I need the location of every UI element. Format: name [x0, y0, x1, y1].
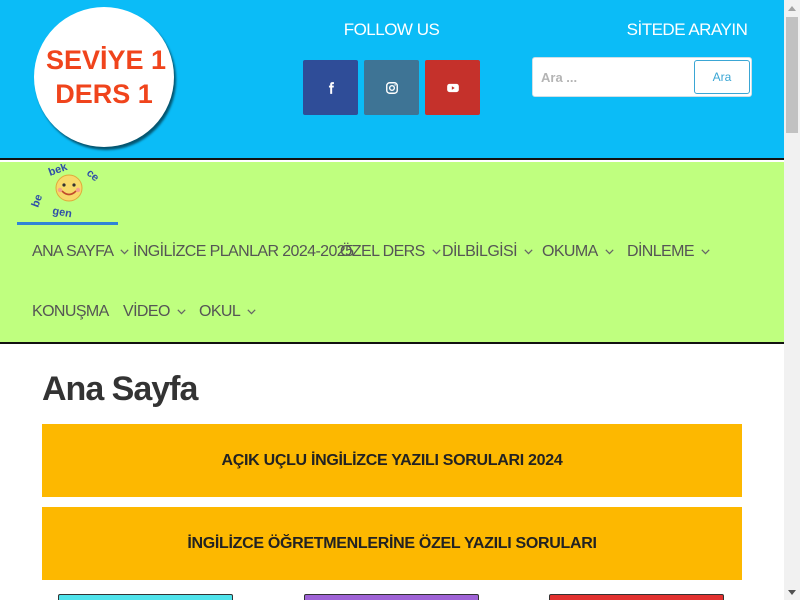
chevron-down-icon — [177, 309, 186, 315]
instagram-button[interactable] — [364, 60, 419, 115]
nav-item-label: OKUMA — [542, 243, 598, 260]
page-title: Ana Sayfa — [42, 370, 198, 408]
chevron-down-icon — [247, 309, 256, 315]
site-header: SEVİYE 1 DERS 1 FOLLOW US SİTEDE ARAYIN … — [0, 0, 784, 160]
nav-item-label: DİNLEME — [627, 243, 695, 260]
nav-item-label: VİDEO — [123, 303, 170, 320]
nav-item-dinleme[interactable]: DİNLEME — [627, 240, 710, 264]
youtube-icon — [446, 83, 459, 92]
scrollbar-thumb[interactable] — [786, 17, 798, 133]
nav-item-label: İNGİLİZCE PLANLAR 2024-2025 — [133, 243, 354, 260]
chevron-down-icon — [120, 249, 130, 255]
nav-item-ana-sayfa[interactable]: ANA SAYFA — [32, 240, 130, 264]
search-form: Ara — [532, 57, 752, 97]
nav-item-okul[interactable]: OKUL — [199, 300, 256, 324]
nav-item-label: ÖZEL DERS — [340, 243, 425, 260]
banner-link-1[interactable]: AÇIK UÇLU İNGİLİZCE YAZILI SORULARI 2024 — [42, 424, 742, 497]
category-card-1[interactable] — [58, 594, 233, 600]
category-card-2[interactable] — [304, 594, 479, 600]
nav-item-label: KONUŞMA — [32, 303, 109, 320]
svg-text:be: be — [30, 193, 45, 209]
chevron-down-icon — [605, 249, 614, 255]
svg-text:ce: ce — [84, 167, 101, 184]
follow-us-heading: FOLLOW US — [343, 20, 440, 39]
nav-item-okuma[interactable]: OKUMA — [542, 240, 614, 264]
nav-item-konusma[interactable]: KONUŞMA — [32, 300, 109, 324]
scroll-up-arrow-icon[interactable] — [784, 0, 800, 16]
search-heading: SİTEDE ARAYIN — [626, 20, 748, 39]
logo-line-1: SEVİYE 1 — [45, 45, 167, 75]
svg-text:gen: gen — [51, 205, 73, 220]
site-logo[interactable]: SEVİYE 1 DERS 1 — [34, 7, 174, 147]
facebook-button[interactable] — [303, 60, 358, 115]
search-input[interactable] — [537, 62, 691, 92]
scroll-down-arrow-icon[interactable] — [784, 584, 800, 600]
search-button[interactable]: Ara — [694, 60, 750, 94]
nav-item-ingilizce-planlar[interactable]: İNGİLİZCE PLANLAR 2024-2025 — [133, 240, 354, 264]
category-card-3[interactable] — [549, 594, 724, 600]
logo-underline — [17, 222, 118, 225]
facebook-icon — [328, 81, 334, 94]
nav-item-label: OKUL — [199, 303, 241, 320]
chevron-down-icon — [432, 249, 441, 255]
banner-link-2[interactable]: İNGİLİZCE ÖĞRETMENLERİNE ÖZEL YAZILI SOR… — [42, 507, 742, 580]
main-navigation: be bek ce gen ANA SAYFA İNGİLİZCE PLANLAR… — [0, 162, 784, 344]
instagram-icon — [385, 81, 398, 94]
chevron-down-icon — [524, 249, 533, 255]
page-scrollbar[interactable] — [784, 0, 800, 600]
nav-item-video[interactable]: VİDEO — [123, 300, 186, 324]
nav-item-label: DİLBİLGİSİ — [442, 243, 518, 260]
youtube-button[interactable] — [425, 60, 480, 115]
logo-line-2: DERS 1 — [55, 79, 153, 109]
chevron-down-icon — [701, 249, 710, 255]
nav-item-label: ANA SAYFA — [32, 243, 114, 260]
nav-item-dilbilgisi[interactable]: DİLBİLGİSİ — [442, 240, 533, 264]
nav-item-ozel-ders[interactable]: ÖZEL DERS — [340, 240, 441, 264]
mascot-logo-icon[interactable]: be bek ce gen — [30, 164, 110, 224]
